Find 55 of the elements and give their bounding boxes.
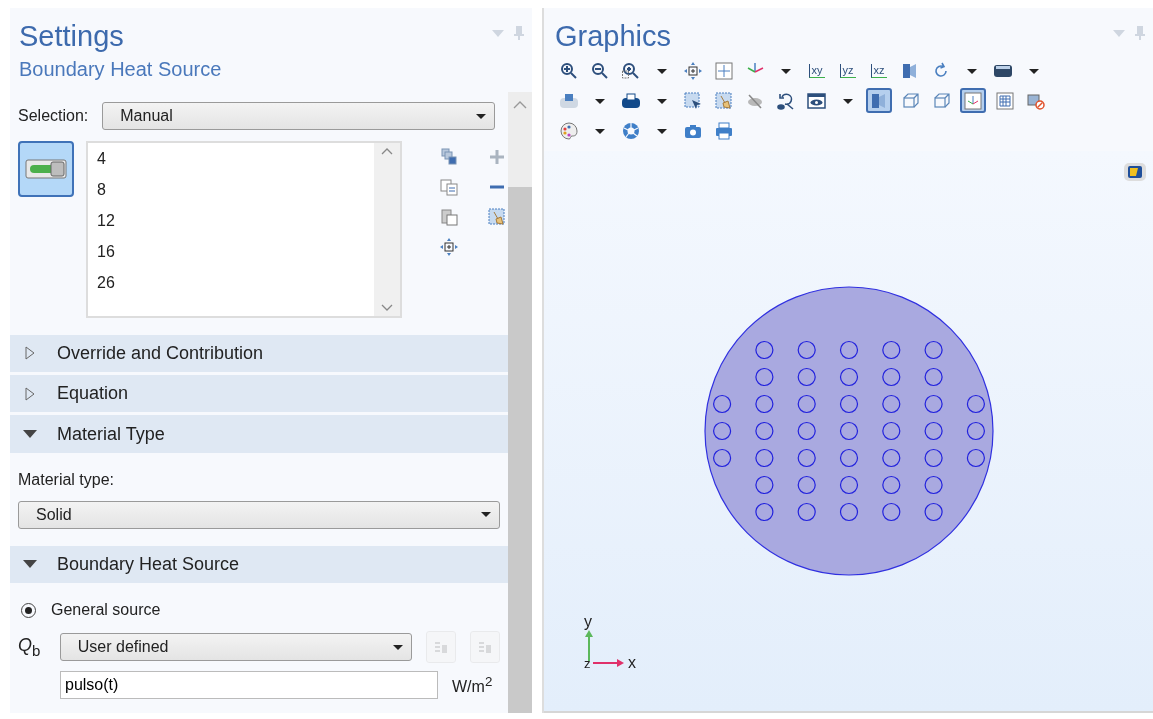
panel-title: Settings	[19, 19, 124, 54]
list-item[interactable]: 12	[97, 211, 374, 242]
move-icon[interactable]	[438, 237, 460, 256]
list-item[interactable]: 26	[97, 273, 374, 304]
field-label: Material type:	[18, 470, 116, 489]
paste-icon[interactable]	[438, 207, 460, 226]
scroll-up-icon[interactable]	[381, 147, 393, 155]
graphics-canvas[interactable]: y z x	[544, 151, 1153, 713]
view-plane-button[interactable]: xy	[804, 58, 829, 83]
symbol-label: Q$_{b}$	[18, 635, 42, 659]
axis-label: z	[584, 656, 591, 671]
section-header[interactable]: Equation	[10, 375, 508, 413]
scrollbar[interactable]	[508, 92, 532, 713]
section-header[interactable]: Override and Contribution	[10, 334, 508, 373]
x-axis-arrow	[592, 659, 624, 667]
unit-label: W/m$^{2}$	[452, 673, 493, 697]
copy-icon[interactable]	[438, 147, 460, 166]
list-item[interactable]: 8	[97, 180, 374, 211]
caret-icon	[393, 644, 404, 650]
document-icon[interactable]	[438, 177, 460, 196]
expression-field[interactable]: pulso(t)	[60, 671, 438, 699]
y-axis-arrow	[585, 630, 593, 662]
axis-label: y	[584, 613, 592, 630]
source-dropdown[interactable]: User defined	[59, 633, 413, 661]
axis-label: x	[628, 654, 636, 671]
scroll-down-icon[interactable]	[381, 304, 393, 312]
collapse-icon	[23, 559, 37, 570]
radio-label: General source	[51, 601, 161, 619]
material-type-dropdown[interactable]: Solid	[18, 500, 500, 529]
axes-box-icon[interactable]	[960, 88, 986, 113]
active-toggle[interactable]	[18, 141, 74, 197]
boundary-list[interactable]: 4 8 12 16 26	[86, 141, 402, 318]
selection-label: Selection:	[18, 107, 89, 125]
caret-icon	[476, 113, 487, 119]
section-header[interactable]: Boundary Heat Source	[10, 545, 508, 583]
section-header[interactable]: Material Type	[10, 415, 508, 453]
scroll-thumb[interactable]	[508, 187, 532, 713]
list-icon	[479, 641, 492, 653]
list-item[interactable]: 4	[97, 149, 374, 180]
selection-dropdown[interactable]: Manual	[102, 102, 496, 130]
list-item[interactable]: 16	[97, 242, 374, 273]
view-plane-button[interactable]: xz	[866, 58, 891, 83]
display-icon[interactable]	[1123, 161, 1147, 183]
scroll-up-icon[interactable]	[513, 100, 527, 109]
toggle-icon	[25, 158, 67, 180]
light-icon[interactable]	[866, 88, 892, 113]
panel-title: Graphics	[555, 19, 672, 54]
panel-subtitle: Boundary Heat Source	[19, 57, 223, 82]
list-icon	[435, 641, 448, 653]
view-plane-button[interactable]: yz	[835, 58, 860, 83]
caret-icon	[481, 512, 491, 518]
expand-icon	[23, 386, 37, 401]
expand-icon	[23, 346, 37, 361]
collapse-icon	[23, 429, 37, 440]
broom-icon[interactable]	[486, 207, 508, 226]
